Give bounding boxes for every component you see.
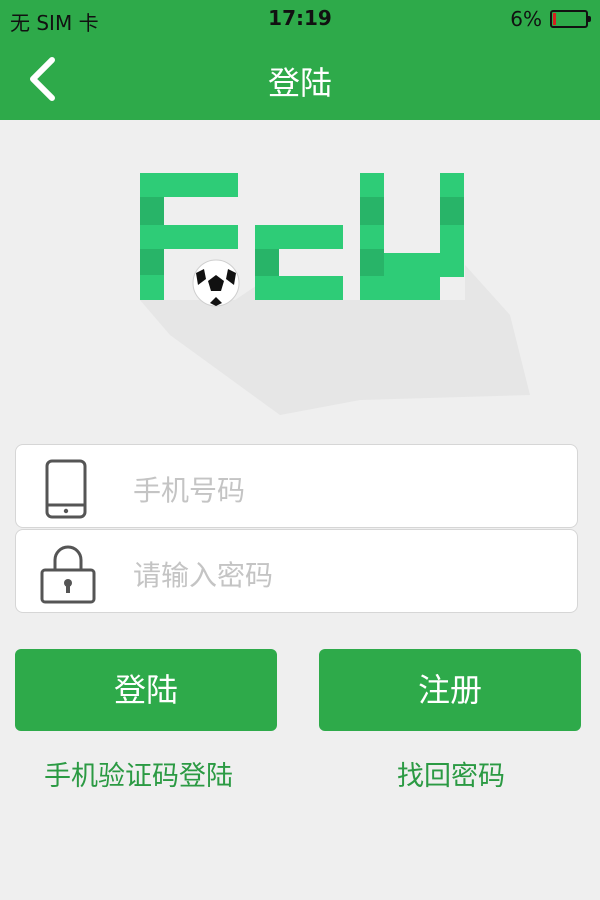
phone-icon [45, 459, 87, 519]
football-icon [192, 259, 240, 307]
lock-icon [40, 545, 96, 604]
fcy-logo [140, 173, 530, 415]
battery-percent: 6% [510, 7, 542, 31]
sms-login-link[interactable]: 手机验证码登陆 [44, 754, 233, 793]
page-title: 登陆 [267, 64, 332, 102]
forgot-password-link[interactable]: 找回密码 [397, 754, 505, 793]
password-placeholder: 请输入密码 [133, 559, 274, 592]
login-button[interactable]: 登陆 [15, 649, 277, 731]
status-bar: 无 SIM 卡 17:19 6% [0, 0, 600, 38]
phone-input[interactable]: 手机号码 [15, 444, 578, 528]
login-screen: 无 SIM 卡 17:19 6% 登陆 手机号码 请输入密码 登陆 注册 手机验… [0, 0, 600, 900]
battery-status: 6% [510, 7, 591, 31]
register-button[interactable]: 注册 [319, 649, 581, 731]
nav-bar: 登陆 [0, 38, 600, 120]
battery-icon [550, 10, 591, 28]
password-input[interactable]: 请输入密码 [15, 529, 578, 613]
phone-placeholder: 手机号码 [133, 474, 246, 507]
